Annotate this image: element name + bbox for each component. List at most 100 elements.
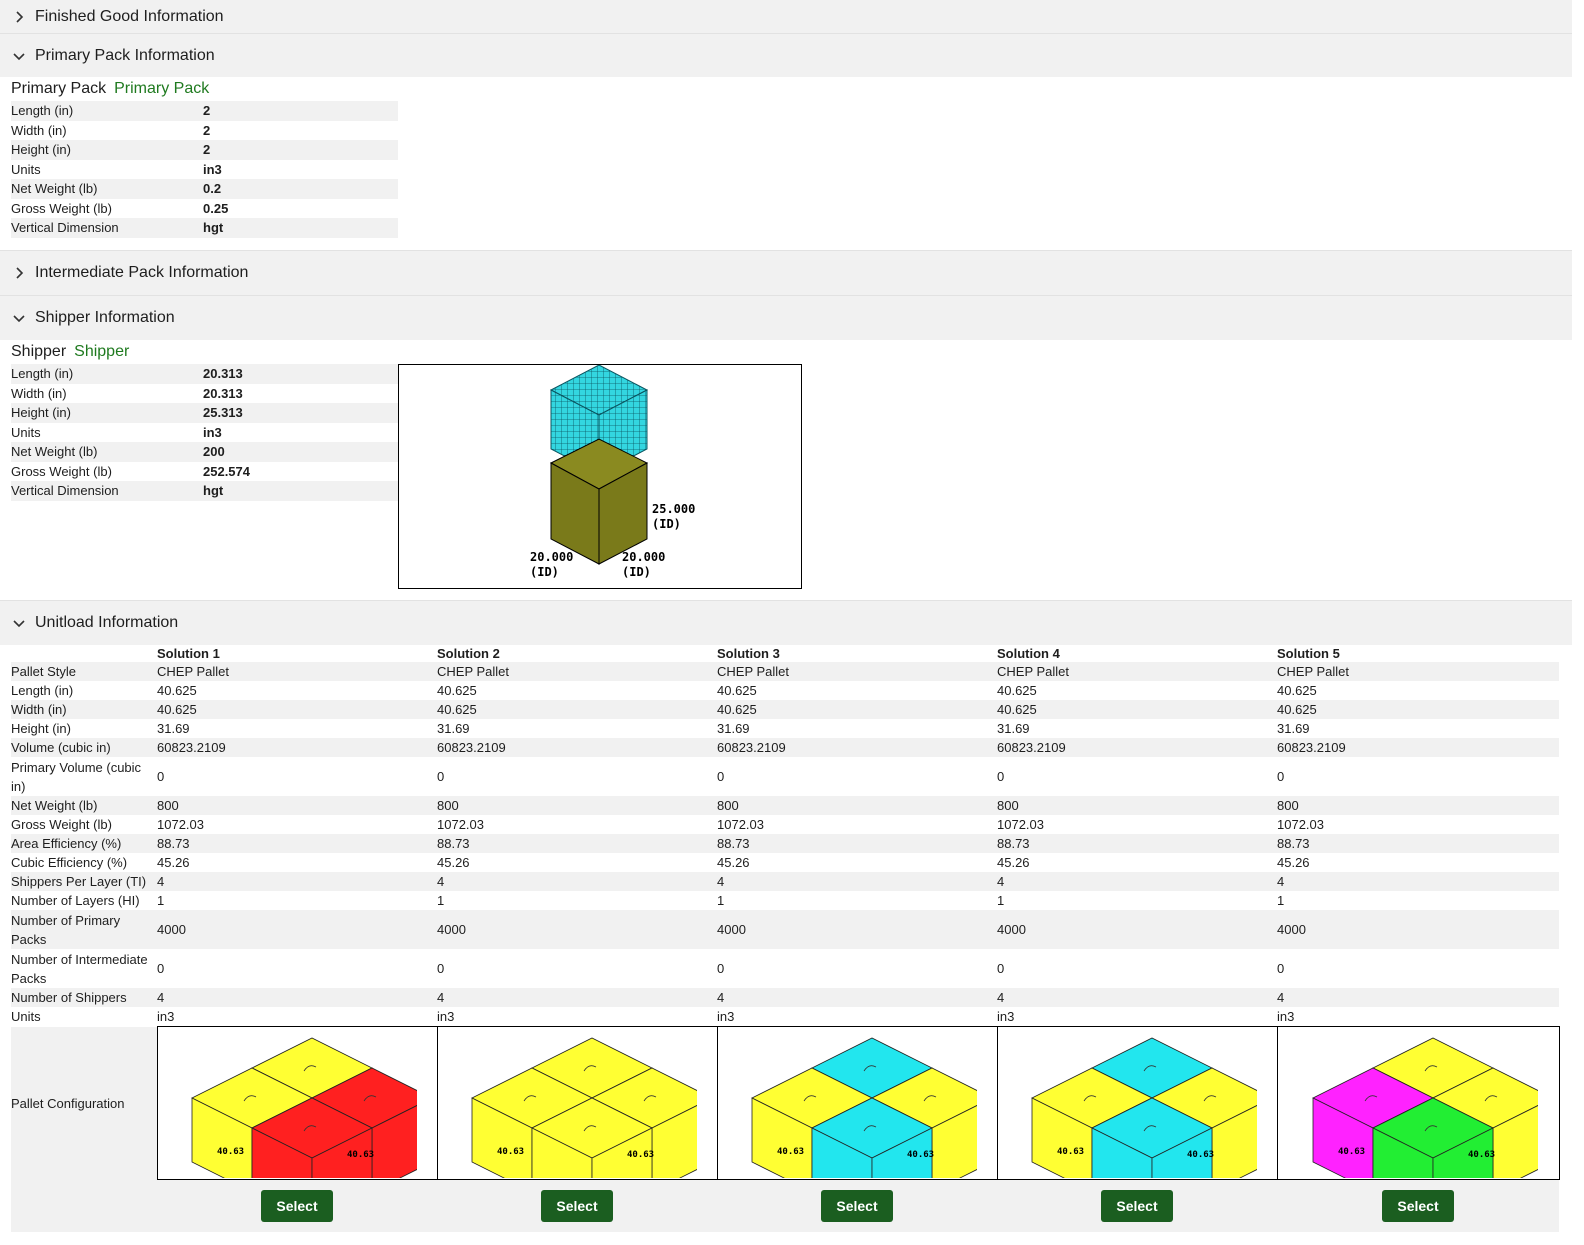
select-cell: Select — [1277, 1179, 1559, 1232]
primary-pack-row: Vertical Dimension hgt — [11, 218, 398, 238]
primary-pack-row: Units in3 — [11, 160, 398, 180]
solution-2-value: 1 — [437, 893, 445, 908]
field-label: Pallet Configuration — [11, 1026, 157, 1180]
config-length-label: 40.63 — [217, 1147, 244, 1157]
solution-1-value: 40.625 — [157, 683, 197, 698]
shipper-row: Gross Weight (lb) 252.574 — [11, 462, 398, 482]
chevron-down-icon — [13, 315, 25, 323]
solution-3-value: 1072.03 — [717, 817, 764, 832]
solution-3-value: CHEP Pallet — [717, 662, 997, 681]
pallet-configuration-image: 31.6940.6340.63 — [1031, 1037, 1257, 1178]
field-label: Net Weight (lb) — [11, 442, 203, 462]
chevron-right-icon — [16, 10, 24, 23]
field-label: Pallet Style — [11, 662, 157, 681]
field-label: Vertical Dimension — [11, 218, 203, 238]
field-label: Gross Weight (lb) — [11, 817, 112, 832]
primary-pack-row: Length (in) 2 — [11, 101, 398, 121]
field-value: 25.313 — [203, 403, 398, 423]
section-shipper-header[interactable]: Shipper Information — [0, 295, 1572, 340]
field-value: 2 — [203, 122, 211, 138]
solution-3-value: 0 — [717, 961, 725, 976]
solution-5-value: in3 — [1277, 1009, 1295, 1024]
field-label: Units — [11, 424, 41, 440]
field-label: Number of Layers (HI) — [11, 893, 140, 908]
field-value: 2 — [203, 101, 398, 121]
select-solution-1-button[interactable]: Select — [261, 1190, 333, 1222]
field-label: Height (in) — [11, 721, 71, 736]
solution-header-4: Solution 4 — [997, 646, 1060, 661]
solution-4-value: 40.625 — [997, 683, 1037, 698]
field-value: in3 — [203, 424, 222, 440]
solution-1-value: 1 — [157, 893, 165, 908]
pallet-configuration-image: 31.6940.6340.63 — [471, 1037, 697, 1178]
section-title: Unitload Information — [35, 614, 179, 631]
solution-4-value: 0 — [997, 769, 1005, 784]
pallet-configuration-image: 31.6940.6340.63 — [751, 1037, 977, 1178]
field-label: Height (in) — [11, 403, 203, 423]
solution-3-value: 4 — [717, 988, 997, 1007]
select-row-spacer — [11, 1179, 157, 1232]
chevron-down-icon — [13, 52, 25, 60]
solutions-header-row: Solution 1 Solution 2 Solution 3 Solution 4… — [11, 645, 1559, 662]
field-label: Volume (cubic in) — [11, 738, 157, 757]
unitload-row: Volume (cubic in) 60823.2109 60823.2109 608… — [11, 738, 1559, 757]
shipper-row: Units in3 — [11, 423, 398, 443]
solution-1-value: 60823.2109 — [157, 738, 437, 757]
solution-1-value: 0 — [157, 961, 165, 976]
field-value: 2 — [203, 140, 398, 160]
field-label: Units — [11, 1009, 41, 1025]
shipper-title: Shipper Shipper — [11, 343, 130, 360]
solution-4-value: CHEP Pallet — [997, 662, 1277, 681]
primary-pack-row: Width (in) 2 — [11, 121, 398, 141]
field-label: Number of Intermediate Packs — [11, 951, 148, 986]
solution-1-value: 0 — [157, 769, 165, 784]
solution-3-value: 40.625 — [717, 683, 757, 698]
solution-2-value: in3 — [437, 1009, 455, 1024]
solution-4-value: 88.73 — [997, 834, 1277, 853]
solution-2-value: 31.69 — [437, 721, 470, 736]
config-width-label: 40.63 — [627, 1150, 654, 1160]
field-value: 0.25 — [203, 200, 229, 216]
primary-pack-row: Gross Weight (lb) 0.25 — [11, 199, 398, 219]
field-label: Area Efficiency (%) — [11, 834, 157, 853]
primary-pack-title: Primary Pack Primary Pack — [11, 80, 210, 97]
section-primary-pack-header[interactable]: Primary Pack Information — [0, 33, 1572, 77]
unitload-row: Number of Primary Packs 4000 4000 4000 4000 4… — [11, 910, 1559, 949]
select-solution-3-button[interactable]: Select — [821, 1190, 893, 1222]
section-unitload-header[interactable]: Unitload Information — [0, 600, 1572, 645]
solution-3-value: 4 — [717, 872, 997, 891]
field-label: Net Weight (lb) — [11, 179, 203, 199]
section-intermediate-pack-header[interactable]: Intermediate Pack Information — [0, 250, 1572, 295]
select-cell: Select — [717, 1179, 997, 1232]
pallet-configuration-5: 31.6940.6340.63 — [1276, 1026, 1560, 1180]
solution-3-value: 4000 — [717, 910, 997, 949]
solution-2-value: 0 — [437, 961, 445, 976]
solution-3-value: 31.69 — [717, 721, 750, 736]
solution-1-value: 4 — [157, 988, 437, 1007]
section-title: Primary Pack Information — [35, 46, 215, 64]
solution-1-value: 4 — [157, 872, 437, 891]
solution-1-value: 800 — [157, 796, 437, 815]
unitload-row: Shippers Per Layer (TI) 4 4 4 4 4 — [11, 872, 1559, 891]
solution-3-value: in3 — [717, 1009, 735, 1024]
config-length-label: 40.63 — [1338, 1147, 1365, 1157]
solution-1-value: 88.73 — [157, 834, 437, 853]
solution-5-value: 88.73 — [1277, 834, 1559, 853]
pallet-configuration-1: 31.6940.6340.63 — [156, 1026, 438, 1180]
section-finished-good-header[interactable]: Finished Good Information — [0, 0, 1572, 33]
solution-3-value: 0 — [717, 769, 725, 784]
chevron-down-icon — [13, 620, 25, 628]
solution-4-value: 4 — [997, 988, 1277, 1007]
solution-2-value: 0 — [437, 769, 445, 784]
select-cell: Select — [437, 1179, 717, 1232]
select-solution-2-button[interactable]: Select — [541, 1190, 613, 1222]
select-solution-5-button[interactable]: Select — [1382, 1190, 1454, 1222]
field-label: Height (in) — [11, 140, 203, 160]
solution-3-value: 60823.2109 — [717, 738, 997, 757]
config-length-label: 40.63 — [1057, 1147, 1084, 1157]
solution-4-value: in3 — [997, 1009, 1015, 1024]
solution-1-value: 1072.03 — [157, 817, 204, 832]
solution-5-value: 31.69 — [1277, 721, 1310, 736]
select-solution-4-button[interactable]: Select — [1101, 1190, 1173, 1222]
field-label: Number of Shippers — [11, 988, 157, 1007]
